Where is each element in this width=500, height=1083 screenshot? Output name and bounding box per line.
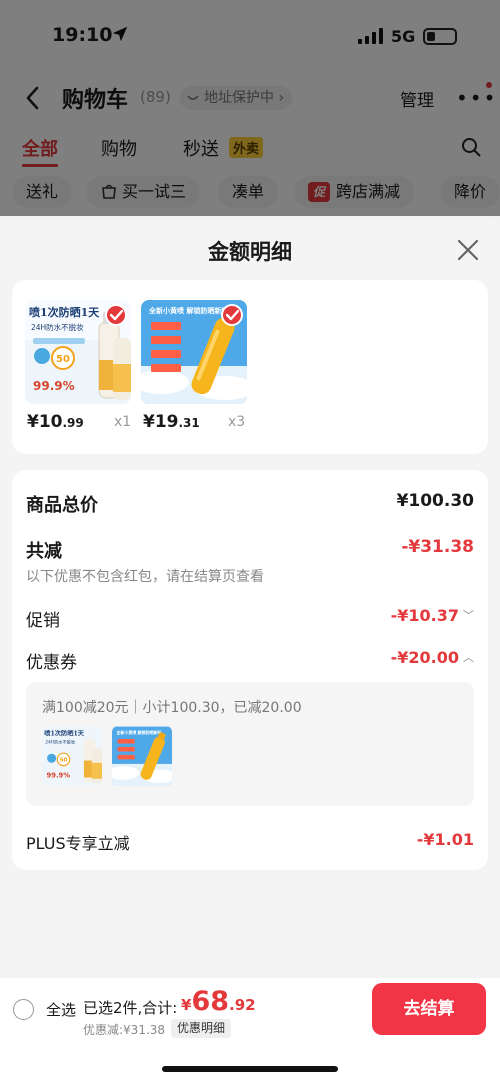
total-price: ¥68.92: [181, 986, 256, 1017]
products-card: 喷1次防晒1天 24H防水不脱妆 50 99.9% ¥10.99 x1 全新小黄…: [12, 280, 488, 454]
svg-text:99.9%: 99.9%: [33, 379, 75, 393]
product-image: 喷1次防晒1天 24H防水不脱妆 50 99.9%: [25, 300, 131, 404]
product-image-sunscreen-spray: 喷1次防晒1天 24H防水不脱妆 50 99.9%: [42, 726, 102, 786]
checkout-bar: 全选 已选2件,合计: ¥68.92 优惠减:¥31.38 优惠明细 去结算: [0, 978, 500, 1083]
sheet-title: 金额明细: [208, 240, 292, 264]
product-item[interactable]: 全新小黄喷 解锁防晒新知 ¥19.31 x3: [141, 300, 247, 432]
total-discount-label: 共减: [26, 541, 62, 562]
svg-text:喷1次防晒1天: 喷1次防晒1天: [44, 730, 85, 738]
svg-text:50: 50: [60, 758, 68, 764]
home-indicator: [162, 1066, 338, 1072]
plus-discount-label: PLUS专享立减: [26, 834, 130, 853]
promo-label: 促销: [26, 611, 60, 631]
coupon-product-thumb: 喷1次防晒1天 24H防水不脱妆 50 99.9%: [42, 726, 102, 786]
plus-discount-value: -¥1.01: [416, 830, 474, 849]
product-price: ¥19.31: [143, 412, 200, 432]
coupon-description: 满100减20元｜小计100.30，已减20.00: [42, 700, 302, 716]
coupon-detail-box: 满100减20元｜小计100.30，已减20.00 喷1次防晒1天 24H防水不…: [26, 682, 474, 806]
total-discount-value: -¥31.38: [401, 537, 474, 557]
svg-text:全新小黄喷 解锁防晒新知: 全新小黄喷 解锁防晒新知: [116, 730, 162, 735]
svg-text:99.9%: 99.9%: [47, 772, 71, 780]
coupon-product-thumb: 全新小黄喷 解锁防晒新知: [112, 726, 172, 786]
close-icon[interactable]: [456, 238, 480, 262]
promo-value: -¥10.37: [390, 606, 459, 625]
select-all-label[interactable]: 全选: [46, 999, 76, 1020]
product-image-yellow-spray: 全新小黄喷 解锁防晒新知: [112, 726, 172, 786]
selected-count: 已选2件,合计:: [83, 999, 178, 1017]
amount-detail-sheet: 金额明细 喷1次防晒1天 24H防水不脱妆 50 99.9% ¥10.99 x1…: [0, 216, 500, 1083]
subtotal-value: ¥100.30: [396, 491, 474, 511]
subtotal-label: 商品总价: [26, 495, 98, 516]
product-quantity: x3: [228, 414, 246, 430]
coupon-row-toggle[interactable]: -¥20.00 ︿: [391, 648, 474, 667]
discount-detail-button[interactable]: 优惠明细: [171, 1019, 232, 1038]
select-all-checkbox[interactable]: [13, 999, 34, 1020]
summary-card: 商品总价 ¥100.30 共减 -¥31.38 以下优惠不包含红包，请在结算页查…: [12, 470, 488, 870]
svg-text:喷1次防晒1天: 喷1次防晒1天: [29, 305, 100, 319]
chevron-down-icon: ﹀: [463, 609, 474, 622]
checkout-button[interactable]: 去结算: [372, 983, 486, 1035]
product-image: 全新小黄喷 解锁防晒新知: [141, 300, 247, 404]
svg-text:24H防水不脱妆: 24H防水不脱妆: [31, 322, 84, 332]
check-icon: [221, 304, 243, 326]
promo-row-toggle[interactable]: -¥10.37 ﹀: [391, 606, 474, 625]
coupon-label: 优惠券: [26, 653, 77, 673]
chevron-up-icon: ︿: [463, 651, 474, 664]
coupon-value: -¥20.00: [390, 648, 459, 667]
product-quantity: x1: [114, 414, 132, 430]
discount-summary: 优惠减:¥31.38: [83, 1023, 166, 1037]
svg-text:50: 50: [56, 354, 70, 365]
svg-text:全新小黄喷 解锁防晒新知: 全新小黄喷 解锁防晒新知: [148, 306, 228, 315]
product-price: ¥10.99: [27, 412, 84, 432]
dim-overlay[interactable]: [0, 0, 500, 216]
discount-note: 以下优惠不包含红包，请在结算页查看: [26, 569, 264, 585]
product-item[interactable]: 喷1次防晒1天 24H防水不脱妆 50 99.9% ¥10.99 x1: [25, 300, 131, 432]
check-icon: [105, 304, 127, 326]
svg-text:24H防水不脱妆: 24H防水不脱妆: [45, 739, 76, 746]
